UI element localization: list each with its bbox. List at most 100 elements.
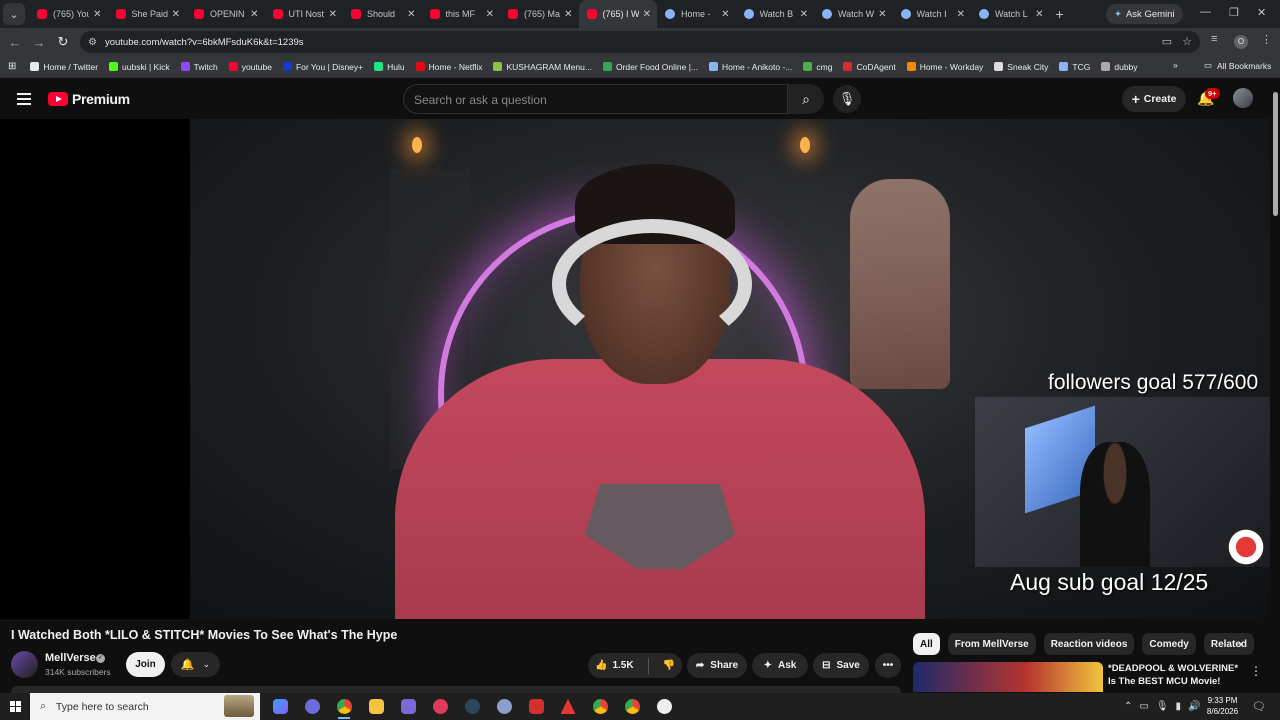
bookmark-item[interactable]: cmg [803,62,832,72]
scrollbar-thumb[interactable] [1273,92,1278,216]
filter-chip[interactable]: From MellVerse [947,633,1036,655]
recommended-video-thumbnail[interactable] [913,662,1103,692]
browser-tab[interactable]: UTI Nost ✕ [265,0,344,28]
taskbar-clock[interactable]: 9:33 PM 8/6/2026 [1200,695,1245,717]
share-button[interactable]: ➦ Share [687,653,747,678]
bookmark-item[interactable]: Order Food Online |... [602,62,698,72]
join-button[interactable]: Join [126,652,165,677]
volume-icon[interactable]: 🔊 [1188,701,1200,712]
tray-chevron-icon[interactable]: ⌃ [1124,701,1132,712]
more-actions-button[interactable]: ••• [875,653,901,678]
taskbar-app[interactable] [296,693,328,720]
bookmark-item[interactable]: Home - Workday [906,62,983,72]
browser-tab[interactable]: Should ✕ [343,0,422,28]
forward-icon[interactable]: → [27,35,51,50]
browser-tab[interactable]: Home - ✕ [657,0,736,28]
bookmark-item[interactable]: For You | Disney+ [282,62,363,72]
taskbar-app[interactable] [456,693,488,720]
bookmark-item[interactable]: Home - Netflix [415,62,482,72]
hamburger-menu-icon[interactable] [17,93,31,105]
bookmark-item[interactable]: CoDAgent [843,62,896,72]
search-input[interactable]: Search or ask a question [403,84,788,114]
browser-tab[interactable]: Watch B ✕ [736,0,815,28]
browser-tab[interactable]: Watch W ✕ [814,0,893,28]
taskbar-app[interactable] [648,693,680,720]
close-tab-icon[interactable]: ✕ [800,9,808,20]
voice-search-button[interactable]: 🎙 [833,85,861,113]
new-tab-button[interactable]: + [1056,6,1064,22]
thumbs-down-icon[interactable]: 👎 [663,660,675,671]
channel-name[interactable]: MellVerse [45,652,96,664]
taskbar-app[interactable] [392,693,424,720]
create-button[interactable]: + Create [1122,86,1186,112]
browser-tab[interactable]: (765) You ✕ [29,0,108,28]
filter-chip[interactable]: Comedy [1142,633,1196,655]
search-button[interactable]: ⌕ [788,84,824,114]
taskbar-app[interactable] [264,693,296,720]
apps-grid-icon[interactable]: ⊞ [8,61,16,72]
all-bookmarks-button[interactable]: ▭ All Bookmarks [1204,60,1271,71]
kebab-menu-icon[interactable]: ⋮ [1261,33,1272,46]
start-button[interactable] [0,693,30,720]
close-tab-icon[interactable]: ✕ [643,9,651,20]
close-tab-icon[interactable]: ✕ [172,9,180,20]
close-tab-icon[interactable]: ✕ [1035,9,1043,20]
cast-icon[interactable]: ▭ [1162,35,1172,48]
filter-chip[interactable]: All [913,633,940,655]
taskbar-app[interactable] [488,693,520,720]
taskbar-app[interactable] [360,693,392,720]
channel-avatar[interactable] [11,651,38,678]
browser-tab[interactable]: (765) Ma ✕ [500,0,579,28]
taskbar-app[interactable] [328,693,360,720]
ask-gemini-button[interactable]: ✦ Ask Gemini [1106,4,1183,24]
address-bar[interactable]: ⚙ youtube.com/watch?v=6bkMFsduK6k&t=1239… [80,31,1200,53]
recommended-video-title[interactable]: *DEADPOOL & WOLVERINE* Is The BEST MCU M… [1108,662,1248,688]
account-avatar[interactable] [1233,88,1253,108]
more-bookmarks-icon[interactable]: » [1173,60,1178,70]
tab-menu-icon[interactable]: ≡ [1211,33,1217,45]
close-tab-icon[interactable]: ✕ [93,9,101,20]
bookmark-item[interactable]: Home / Twitter [30,62,98,72]
browser-tab[interactable]: Watch L ✕ [971,0,1050,28]
taskbar-app[interactable] [584,693,616,720]
browser-tab[interactable]: Watch I ✕ [893,0,972,28]
minimize-icon[interactable]: — [1200,6,1211,18]
close-tab-icon[interactable]: ✕ [250,9,258,20]
browser-tab[interactable]: (765) I W ✕ [578,0,657,28]
taskbar-app[interactable] [424,693,456,720]
bookmark-item[interactable]: Home - Anikoto -... [709,62,792,72]
taskbar-app[interactable] [616,693,648,720]
like-button[interactable]: 👍 1.5K [595,660,634,671]
bookmark-item[interactable]: TCG [1059,62,1090,72]
youtube-premium-logo[interactable]: Premium [48,91,130,107]
close-tab-icon[interactable]: ✕ [957,9,965,20]
tab-search-chevron-icon[interactable]: ⌄ [3,3,25,25]
taskbar-app[interactable] [552,693,584,720]
subscription-bell-button[interactable]: 🔔 ⌄ [171,652,220,677]
browser-tab[interactable]: She Paid ✕ [108,0,187,28]
battery-icon[interactable]: ▮ [1176,701,1182,712]
close-tab-icon[interactable]: ✕ [721,9,729,20]
reload-icon[interactable]: ↻ [51,34,75,50]
browser-tab[interactable]: OPENIN ✕ [186,0,265,28]
profile-avatar[interactable]: O [1234,35,1248,49]
taskbar-search[interactable]: ⌕ Type here to search [30,693,260,720]
restore-icon[interactable]: ❐ [1229,6,1239,19]
bookmark-item[interactable]: KUSHAGRAM Menu... [493,62,592,72]
bookmark-item[interactable]: uubski | Kick [109,62,170,72]
close-tab-icon[interactable]: ✕ [878,9,886,20]
video-player[interactable]: followers goal 577/600 Aug sub goal 12/2… [0,119,1270,619]
bookmark-item[interactable]: Sneak City [994,62,1048,72]
more-vertical-icon[interactable]: ⋮ [1250,664,1262,678]
bookmark-item[interactable]: youtube [228,62,272,72]
filter-chip[interactable]: Reaction videos [1043,633,1135,655]
chevron-right-icon[interactable]: › [1238,636,1242,651]
site-info-icon[interactable]: ⚙ [88,37,97,48]
microphone-icon[interactable]: 🎙 [1156,701,1169,712]
close-tab-icon[interactable]: ✕ [407,9,415,20]
bookmark-item[interactable]: Hulu [374,62,405,72]
browser-tab[interactable]: this MF ✕ [422,0,501,28]
close-window-icon[interactable]: ✕ [1257,6,1266,19]
bookmark-star-icon[interactable]: ☆ [1182,35,1192,48]
close-tab-icon[interactable]: ✕ [486,9,494,20]
